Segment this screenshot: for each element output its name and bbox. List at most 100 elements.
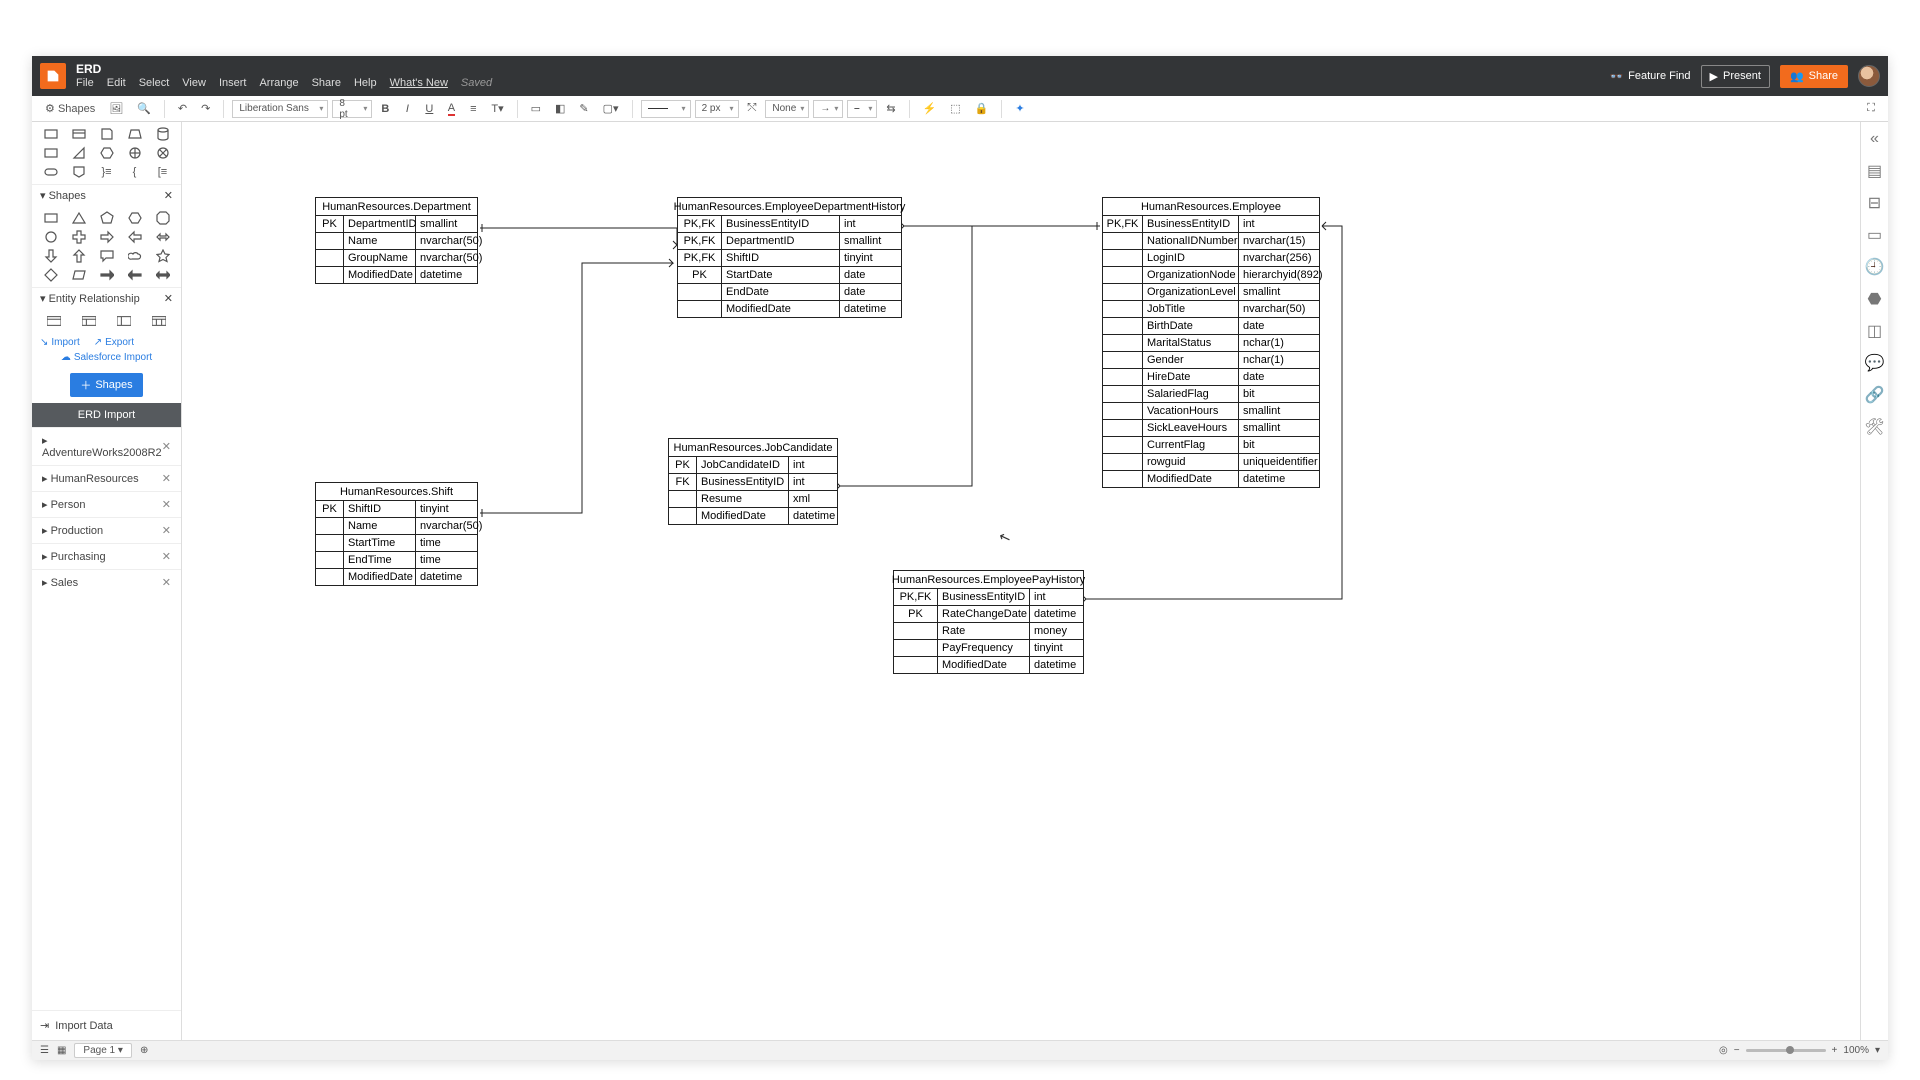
doc-title[interactable]: ERD	[76, 62, 492, 76]
shape-arr-u[interactable]	[66, 248, 91, 264]
close-icon[interactable]: ✕	[162, 472, 171, 485]
shape-cyl[interactable]	[150, 126, 175, 142]
section-er[interactable]: ▾ Entity Relationship ✕	[32, 287, 181, 309]
erd-table-edh[interactable]: HumanResources.EmployeeDepartmentHistory…	[677, 197, 902, 318]
line-width-combo[interactable]: 2 px	[695, 100, 739, 118]
shape-cloud[interactable]	[122, 248, 147, 264]
table-row[interactable]: rowguid uniqueidentifier	[1103, 453, 1319, 470]
page-icon[interactable]: ▤	[1866, 162, 1884, 180]
table-row[interactable]: MaritalStatus nchar(1)	[1103, 334, 1319, 351]
dataset-production[interactable]: ▸ Production✕	[32, 517, 181, 543]
shape-card[interactable]	[66, 126, 91, 142]
bold-button[interactable]: B	[376, 99, 394, 119]
dataset-adventureworks[interactable]: ▸ AdventureWorks2008R2✕	[32, 427, 181, 465]
action-icon[interactable]: ⚡	[918, 99, 942, 119]
comment-icon[interactable]: 💬	[1866, 354, 1884, 372]
table-row[interactable]: Rate money	[894, 622, 1083, 639]
zoom-slider[interactable]	[1746, 1049, 1826, 1052]
present-button[interactable]: ▶ Present	[1701, 65, 1770, 88]
table-row[interactable]: GroupName nvarchar(50)	[316, 249, 477, 266]
table-row[interactable]: EndTime time	[316, 551, 477, 568]
line-route-button[interactable]: ⤲	[743, 99, 762, 119]
shape-arr-d[interactable]	[38, 248, 63, 264]
shape-x[interactable]	[150, 145, 175, 161]
table-row[interactable]: CurrentFlag bit	[1103, 436, 1319, 453]
add-page-icon[interactable]: ⊕	[140, 1045, 148, 1056]
table-row[interactable]: PK ShiftID tinyint	[316, 501, 477, 517]
section-shapes[interactable]: ▾ Shapes ✕	[32, 184, 181, 206]
shape-trap[interactable]	[122, 126, 147, 142]
undo-button[interactable]: ↶	[173, 99, 192, 119]
menu-view[interactable]: View	[182, 77, 206, 90]
table-row[interactable]: HireDate date	[1103, 368, 1319, 385]
table-row[interactable]: PK JobCandidateID int	[669, 457, 837, 473]
dataset-sales[interactable]: ▸ Sales✕	[32, 569, 181, 595]
link-icon[interactable]: 🔗	[1866, 386, 1884, 404]
cube-icon[interactable]: ⬣	[1866, 290, 1884, 308]
shape-arr-l[interactable]	[122, 229, 147, 245]
shape-star[interactable]	[150, 248, 175, 264]
er-shape-1[interactable]	[38, 313, 70, 329]
table-row[interactable]: BirthDate date	[1103, 317, 1319, 334]
fontsize-combo[interactable]: 8 pt	[332, 100, 372, 118]
italic-button[interactable]: I	[398, 99, 416, 119]
history-icon[interactable]: 🕘	[1866, 258, 1884, 276]
zoom-value[interactable]: 100%	[1843, 1045, 1869, 1056]
canvas[interactable]: HumanResources.Department PK DepartmentI…	[182, 122, 1860, 1040]
fullscreen-icon[interactable]: ⛶	[1862, 99, 1880, 119]
table-row[interactable]: OrganizationLevel smallint	[1103, 283, 1319, 300]
fill-button[interactable]: ▭	[526, 99, 546, 119]
table-row[interactable]: PK StartDate date	[678, 266, 901, 283]
menu-file[interactable]: File	[76, 77, 94, 90]
table-row[interactable]: ModifiedDate datetime	[316, 266, 477, 283]
menu-share[interactable]: Share	[312, 77, 341, 90]
table-row[interactable]: Resume xml	[669, 490, 837, 507]
zoom-in-button[interactable]: +	[1832, 1045, 1838, 1056]
menu-insert[interactable]: Insert	[219, 77, 247, 90]
search-icon[interactable]: 🔍	[132, 99, 156, 119]
outline-icon[interactable]: ☰	[40, 1045, 49, 1056]
menu-edit[interactable]: Edit	[107, 77, 126, 90]
chat-icon[interactable]: ⊟	[1866, 194, 1884, 212]
shape-oct[interactable]	[150, 210, 175, 226]
share-button[interactable]: 👥 Share	[1780, 65, 1848, 88]
table-row[interactable]: VacationHours smallint	[1103, 402, 1319, 419]
line-style-combo[interactable]	[641, 100, 691, 118]
user-avatar[interactable]	[1858, 65, 1880, 87]
underline-button[interactable]: U	[420, 99, 438, 119]
table-row[interactable]: OrganizationNode hierarchyid(892)	[1103, 266, 1319, 283]
table-row[interactable]: NationalIDNumber nvarchar(15)	[1103, 232, 1319, 249]
menu-arrange[interactable]: Arrange	[259, 77, 298, 90]
table-row[interactable]: JobTitle nvarchar(50)	[1103, 300, 1319, 317]
shape-tri[interactable]	[66, 145, 91, 161]
shape-rect[interactable]	[38, 210, 63, 226]
shape-arrow-thin-l[interactable]	[122, 267, 147, 283]
er-shape-3[interactable]	[108, 313, 140, 329]
shape-arr-bi[interactable]	[150, 229, 175, 245]
export-link[interactable]: ↗ Export	[94, 337, 134, 348]
page-tab[interactable]: Page 1 ▾	[74, 1043, 132, 1058]
lock-icon[interactable]: 🔒	[970, 99, 994, 119]
redo-button[interactable]: ↷	[196, 99, 215, 119]
shape-plus[interactable]	[122, 145, 147, 161]
table-row[interactable]: PayFrequency tinyint	[894, 639, 1083, 656]
swap-ends-button[interactable]: ⇆	[881, 99, 900, 119]
table-row[interactable]: ModifiedDate datetime	[669, 507, 837, 524]
table-row[interactable]: Gender nchar(1)	[1103, 351, 1319, 368]
close-icon[interactable]: ✕	[164, 292, 173, 305]
salesforce-link[interactable]: ☁ Salesforce Import	[40, 352, 173, 363]
shape-hex[interactable]	[94, 145, 119, 161]
shape-doc[interactable]	[94, 126, 119, 142]
table-row[interactable]: ModifiedDate datetime	[1103, 470, 1319, 487]
image-icon[interactable]: 🖼	[104, 99, 128, 119]
dataset-humanresources[interactable]: ▸ HumanResources✕	[32, 465, 181, 491]
accessibility-icon[interactable]: ◎	[1719, 1045, 1728, 1056]
layer-icon[interactable]: ⬚	[945, 99, 965, 119]
table-row[interactable]: SalariedFlag bit	[1103, 385, 1319, 402]
shape-pent[interactable]	[94, 210, 119, 226]
er-shape-2[interactable]	[73, 313, 105, 329]
present-icon[interactable]: ▭	[1866, 226, 1884, 244]
shape-box2[interactable]	[38, 145, 63, 161]
table-row[interactable]: Name nvarchar(50)	[316, 517, 477, 534]
table-row[interactable]: LoginID nvarchar(256)	[1103, 249, 1319, 266]
